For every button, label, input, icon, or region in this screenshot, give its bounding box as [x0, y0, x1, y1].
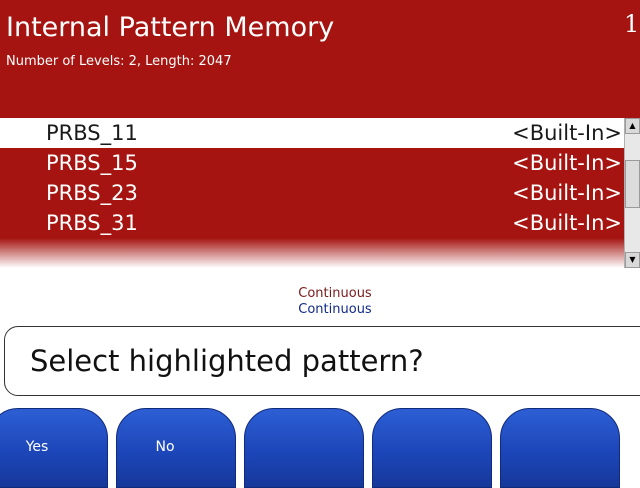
softkey-label: No	[155, 439, 175, 455]
pattern-tag: <Built-In>	[512, 151, 622, 175]
softkey-label: Yes	[25, 439, 49, 455]
pattern-name: PRBS_11	[46, 121, 138, 145]
header: Internal Pattern Memory Number of Levels…	[0, 0, 640, 118]
softkey-4[interactable]	[372, 408, 492, 488]
scroll-up-arrow-icon[interactable]: ▲	[625, 118, 640, 134]
yes-softkey[interactable]: Yes	[0, 408, 108, 488]
pattern-row-prbs-23[interactable]: PRBS_23 <Built-In>	[0, 178, 624, 208]
softkey-5[interactable]	[500, 408, 620, 488]
prompt-message: Select highlighted pattern?	[30, 344, 424, 378]
mode-line-2: Continuous	[298, 302, 372, 317]
page-indicator: 1	[624, 10, 640, 38]
pattern-tag: <Built-In>	[512, 181, 622, 205]
list-fade	[0, 238, 624, 268]
pattern-tag: <Built-In>	[512, 121, 622, 145]
softkey-3[interactable]	[244, 408, 364, 488]
pattern-tag: <Built-In>	[512, 211, 622, 235]
page-title: Internal Pattern Memory	[6, 12, 335, 43]
pattern-info: Number of Levels: 2, Length: 2047	[6, 54, 232, 69]
mode-line-1: Continuous	[298, 286, 372, 301]
pattern-row-prbs-15[interactable]: PRBS_15 <Built-In>	[0, 148, 624, 178]
pattern-row-prbs-31[interactable]: PRBS_31 <Built-In>	[0, 208, 624, 238]
pattern-name: PRBS_31	[46, 211, 138, 235]
pattern-name: PRBS_23	[46, 181, 138, 205]
scroll-down-arrow-icon[interactable]: ▼	[625, 252, 640, 268]
no-softkey[interactable]: No	[116, 408, 236, 488]
pattern-row-prbs-11[interactable]: PRBS_11 <Built-In>	[0, 118, 624, 148]
pattern-name: PRBS_15	[46, 151, 138, 175]
scroll-thumb[interactable]	[625, 160, 640, 208]
pattern-list-scrollbar[interactable]: ▲ ▼	[624, 118, 640, 268]
